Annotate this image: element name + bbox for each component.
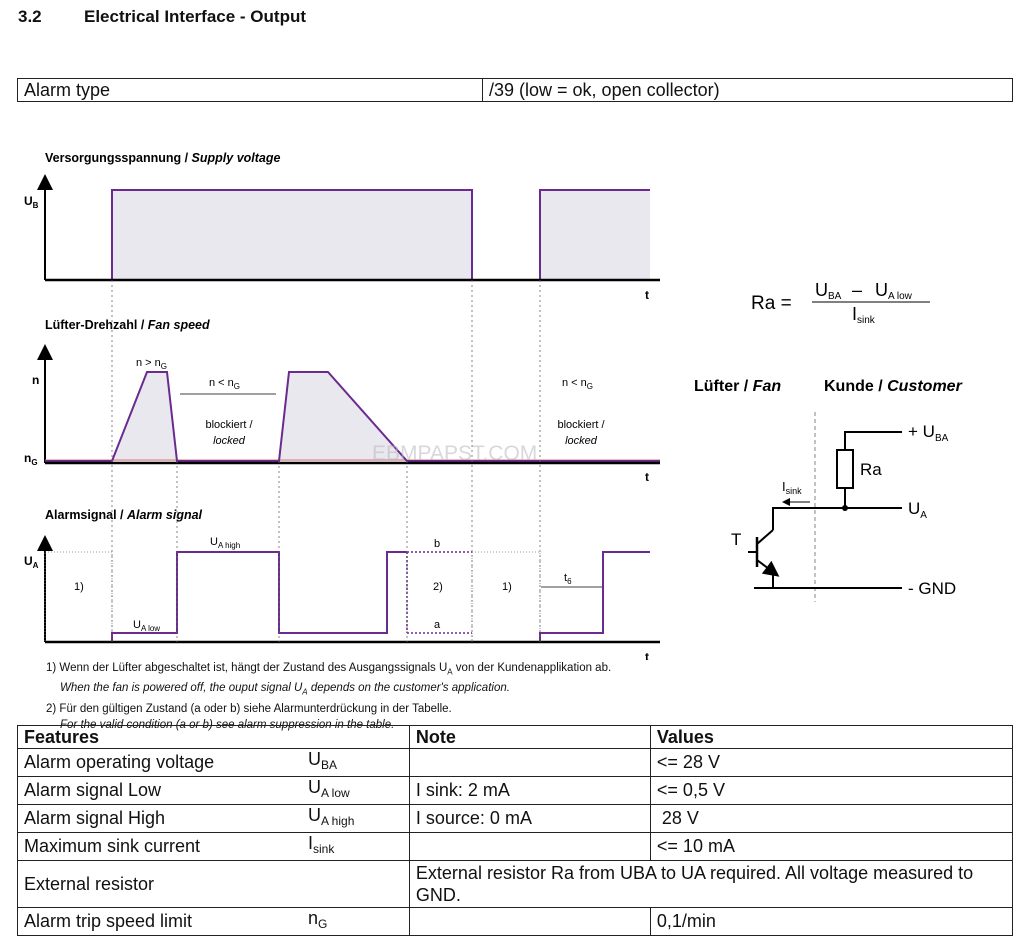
supply-fill-2 <box>540 190 650 280</box>
supply-t-label: t <box>645 288 649 302</box>
feature-symbol: nG <box>302 907 410 936</box>
ua-label: UA <box>24 554 39 570</box>
supply-fill-1 <box>112 190 472 280</box>
feature-value: <= 10 mA <box>649 832 1014 861</box>
locked-label-1: locked <box>213 435 246 447</box>
header-features: Features <box>17 725 410 749</box>
table-row: Alarm trip speed limit nG 0,1/min <box>17 907 1014 936</box>
feature-symbol: UA low <box>302 776 410 805</box>
ng-label: nG <box>24 451 38 467</box>
isink-label: Isink <box>782 479 802 496</box>
fan-speed-title: Lüfter-Drehzahl / Fan speed <box>45 318 210 332</box>
note-mark-1a: 1) <box>74 581 84 593</box>
feature-value: 28 V <box>649 804 1014 833</box>
blocked-label-2: blockiert / <box>557 419 605 431</box>
formula-lhs: Ra = <box>751 293 792 314</box>
transistor-label: T <box>731 530 741 549</box>
alarm-type-row: Alarm type /39 (low = ok, open collector… <box>17 78 1013 102</box>
alarm-type-label: Alarm type <box>17 78 483 102</box>
feature-note <box>408 832 651 861</box>
formula-den: Isink <box>852 304 876 326</box>
footnote-2-de: 2) Für den gültigen Zustand (a oder b) s… <box>46 702 452 715</box>
feature-symbol: UBA <box>302 748 410 777</box>
gnd-label: - GND <box>908 579 956 598</box>
ua-high-label: UA high <box>210 536 240 550</box>
feature-name: Alarm signal High <box>17 804 302 833</box>
vplus-label: + UBA <box>908 422 949 444</box>
undefined-region-1 <box>44 551 113 643</box>
section-number: 3.2 <box>18 7 42 26</box>
alarm-signal-title: Alarmsignal / Alarm signal <box>45 508 203 522</box>
table-row: Alarm signal Low UA low I sink: 2 mA <= … <box>17 776 1014 805</box>
feature-symbol: Isink <box>302 832 410 861</box>
n-gt-ng-label: n > nG <box>136 357 167 371</box>
feature-value: <= 28 V <box>649 748 1014 777</box>
ua-low-label: UA low <box>133 619 160 633</box>
n-lt-ng-label-2: n < nG <box>562 377 593 391</box>
table-row: Maximum sink current Isink <= 10 mA <box>17 832 1014 861</box>
footnote-1-de: 1) Wenn der Lüfter abgeschaltet ist, hän… <box>46 662 612 677</box>
watermark-text: EBMPAPST.COM <box>372 442 537 465</box>
feature-note <box>408 907 651 936</box>
blocked-label-1: blockiert / <box>205 419 253 431</box>
alarm-type-table: Alarm type /39 (low = ok, open collector… <box>17 78 1013 102</box>
ua-node-label: UA <box>908 499 927 521</box>
formula-num-a: UBA <box>815 280 842 302</box>
feature-name: External resistor <box>17 860 302 908</box>
feature-symbol: UA high <box>302 804 410 833</box>
state-b-label: b <box>434 538 440 550</box>
ra-label: Ra <box>860 460 882 479</box>
t6-label: t6 <box>564 572 572 586</box>
header-values: Values <box>649 725 1014 749</box>
feature-value: <= 0,5 V <box>649 776 1014 805</box>
footnotes: 1) Wenn der Lüfter abgeschaltet ist, hän… <box>46 660 611 733</box>
feature-note: I source: 0 mA <box>408 804 651 833</box>
circuit-customer-label: Kunde / Customer <box>824 378 963 395</box>
feature-value: 0,1/min <box>649 907 1014 936</box>
feature-name: Alarm signal Low <box>17 776 302 805</box>
table-row: External resistor External resistor Ra f… <box>17 860 1014 908</box>
features-header-row: Features Note Values <box>17 725 1014 749</box>
n-label: n <box>32 373 39 387</box>
transistor-emitter <box>756 559 780 577</box>
feature-symbol <box>302 860 410 908</box>
footnote-1-en: When the fan is powered off, the ouput s… <box>60 682 510 697</box>
undefined-region-2 <box>471 551 541 643</box>
table-row: Alarm operating voltage UBA <= 28 V <box>17 748 1014 777</box>
ua-wire <box>772 507 902 530</box>
feature-note: I sink: 2 mA <box>408 776 651 805</box>
formula-num-b: UA low <box>875 280 913 302</box>
timing-diagram: Versorgungsspannung / Supply voltage UB … <box>24 151 963 660</box>
feature-name: Alarm operating voltage <box>17 748 302 777</box>
section-title: Electrical Interface - Output <box>84 7 306 26</box>
features-table: Features Note Values Alarm operating vol… <box>17 725 1014 936</box>
n-lt-ng-label-1: n < nG <box>209 377 240 391</box>
formula-minus: – <box>852 280 862 300</box>
feature-note <box>408 748 651 777</box>
feature-note: External resistor Ra from UBA to UA requ… <box>408 860 1014 908</box>
feature-name: Alarm trip speed limit <box>17 907 302 936</box>
resistor-ra <box>836 449 854 489</box>
header-note: Note <box>408 725 651 749</box>
note-mark-2: 2) <box>433 581 443 593</box>
locked-label-2: locked <box>565 435 598 447</box>
alarm-waveform-2 <box>539 551 650 642</box>
vplus-wire <box>844 431 902 450</box>
transistor-collector <box>756 529 774 545</box>
fan-fill-1 <box>112 372 177 461</box>
state-a-label: a <box>434 619 441 631</box>
table-row: Alarm signal High UA high I source: 0 mA… <box>17 804 1014 833</box>
alarm-t-label: t <box>645 650 649 660</box>
fan-t-label: t <box>645 470 649 484</box>
ub-label: UB <box>24 194 39 210</box>
feature-name: Maximum sink current <box>17 832 302 861</box>
supply-title: Versorgungsspannung / Supply voltage <box>45 151 280 165</box>
note-mark-1b: 1) <box>502 581 512 593</box>
circuit-fan-label: Lüfter / Fan <box>694 378 781 395</box>
alarm-type-value: /39 (low = ok, open collector) <box>482 78 1013 102</box>
